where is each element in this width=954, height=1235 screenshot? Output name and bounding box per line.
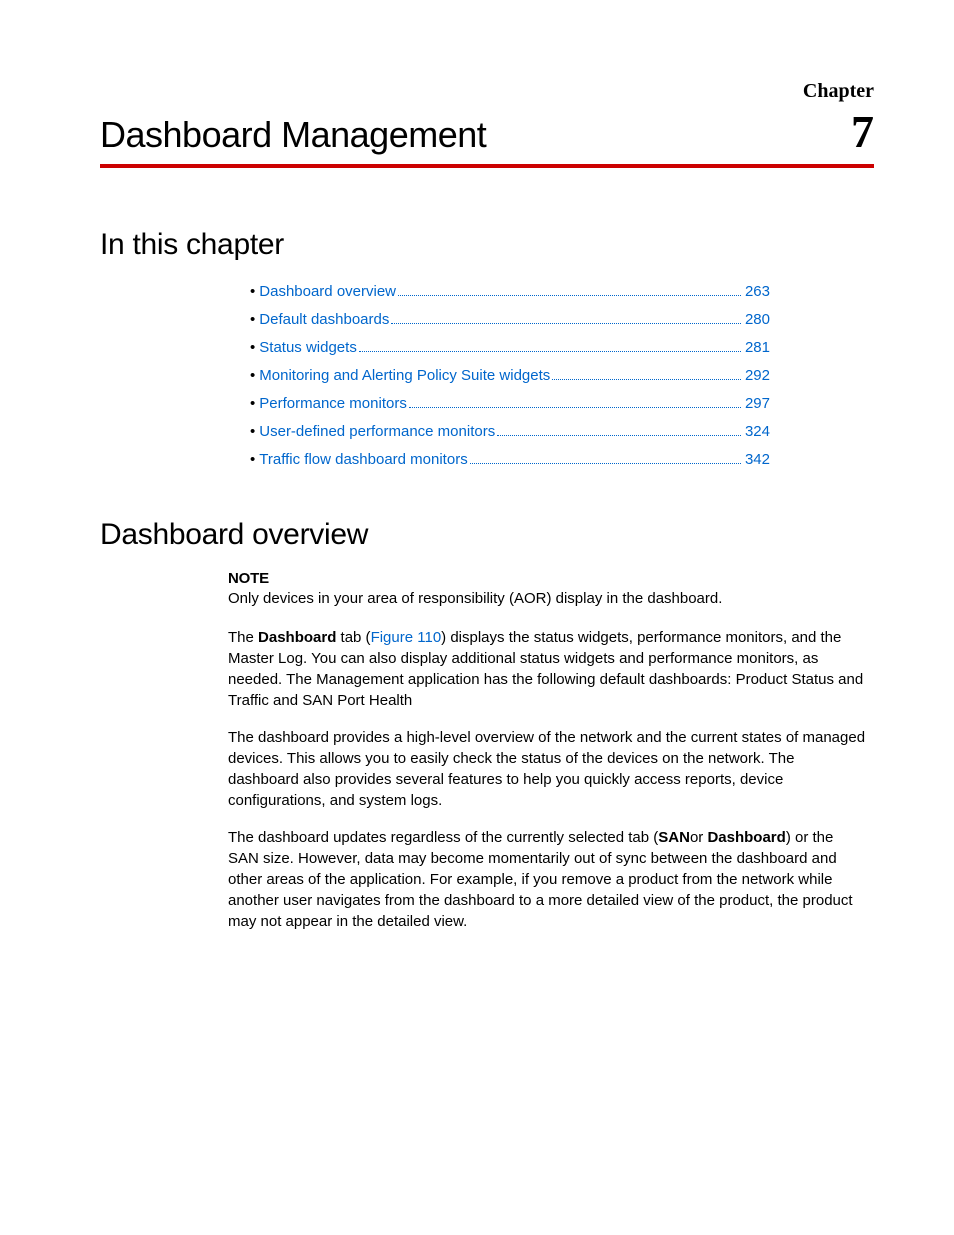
toc-link[interactable]: Status widgets <box>259 336 357 360</box>
bullet-icon: • <box>250 420 255 444</box>
toc-list: • Dashboard overview 263 • Default dashb… <box>250 280 770 472</box>
note-label: NOTE <box>228 570 868 587</box>
toc-page[interactable]: 297 <box>745 392 770 416</box>
bold-dashboard: Dashboard <box>707 829 785 846</box>
body-block: NOTE Only devices in your area of respon… <box>228 570 868 932</box>
toc-page[interactable]: 281 <box>745 336 770 360</box>
toc-link[interactable]: Default dashboards <box>259 308 389 332</box>
toc-item: • Status widgets 281 <box>250 336 770 360</box>
chapter-title: Dashboard Management <box>100 114 486 156</box>
text: or <box>690 829 708 846</box>
toc-leader <box>552 379 741 380</box>
chapter-rule <box>100 164 874 168</box>
toc-item: • Default dashboards 280 <box>250 308 770 332</box>
toc-link[interactable]: Dashboard overview <box>259 280 396 304</box>
bullet-icon: • <box>250 364 255 388</box>
toc-leader <box>409 407 741 408</box>
page: Chapter Dashboard Management 7 In this c… <box>0 0 954 1235</box>
text: The dashboard updates regardless of the … <box>228 829 658 846</box>
chapter-label: Chapter <box>100 80 874 103</box>
toc-item: • Monitoring and Alerting Policy Suite w… <box>250 364 770 388</box>
chapter-number: 7 <box>851 109 874 155</box>
toc-page[interactable]: 292 <box>745 364 770 388</box>
toc-leader <box>398 295 741 296</box>
toc-link[interactable]: Performance monitors <box>259 392 407 416</box>
toc-item: • Performance monitors 297 <box>250 392 770 416</box>
toc-link[interactable]: Traffic flow dashboard monitors <box>259 448 467 472</box>
paragraph-3: The dashboard updates regardless of the … <box>228 827 868 932</box>
toc-leader <box>359 351 741 352</box>
section-in-this-chapter: In this chapter <box>100 228 874 262</box>
bullet-icon: • <box>250 448 255 472</box>
bullet-icon: • <box>250 336 255 360</box>
toc-page[interactable]: 280 <box>745 308 770 332</box>
toc-link[interactable]: User-defined performance monitors <box>259 420 495 444</box>
toc-page[interactable]: 263 <box>745 280 770 304</box>
paragraph-1: The Dashboard tab (Figure 110) displays … <box>228 627 868 711</box>
toc-item: • Traffic flow dashboard monitors 342 <box>250 448 770 472</box>
toc-page[interactable]: 342 <box>745 448 770 472</box>
toc-leader <box>497 435 741 436</box>
figure-link[interactable]: Figure 110 <box>371 629 442 646</box>
note-text: Only devices in your area of responsibil… <box>228 589 868 609</box>
toc-leader <box>391 323 741 324</box>
bold-san: SAN <box>658 829 690 846</box>
toc-link[interactable]: Monitoring and Alerting Policy Suite wid… <box>259 364 550 388</box>
toc-leader <box>470 463 741 464</box>
bullet-icon: • <box>250 392 255 416</box>
toc-item: • User-defined performance monitors 324 <box>250 420 770 444</box>
title-row: Dashboard Management 7 <box>100 109 874 156</box>
text: The <box>228 629 258 646</box>
paragraph-2: The dashboard provides a high-level over… <box>228 727 868 811</box>
text: tab ( <box>336 629 370 646</box>
bold-dashboard: Dashboard <box>258 629 336 646</box>
toc-page[interactable]: 324 <box>745 420 770 444</box>
toc-item: • Dashboard overview 263 <box>250 280 770 304</box>
bullet-icon: • <box>250 280 255 304</box>
bullet-icon: • <box>250 308 255 332</box>
section-dashboard-overview: Dashboard overview <box>100 518 874 552</box>
